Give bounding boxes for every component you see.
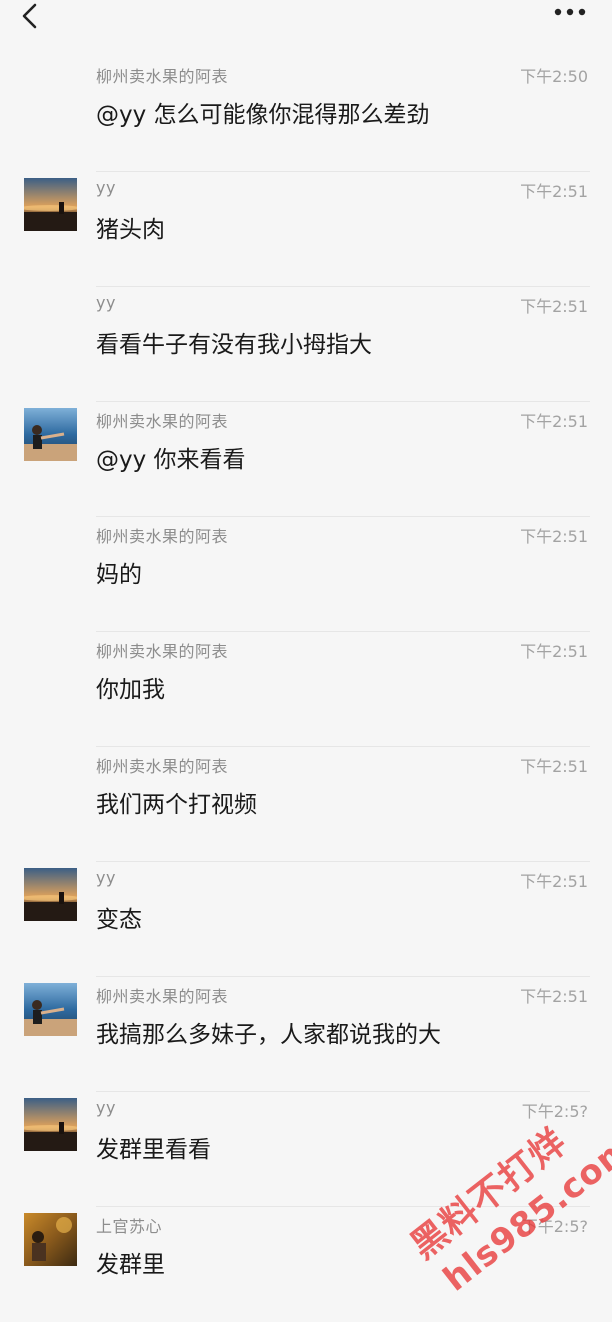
message-item[interactable]: 柳州卖水果的阿表 下午2:51 我搞那么多妹子，人家都说我的大 — [0, 977, 612, 1092]
message-time: 下午2:51 — [520, 642, 588, 661]
message-list: 柳州卖水果的阿表 下午2:50 @yy 怎么可能像你混得那么差劲 yy 下午2:51 猪头… — [0, 57, 612, 1322]
sender-name: yy — [96, 868, 116, 887]
message-text: 妈的 — [96, 562, 142, 588]
message-item[interactable]: yy 下午2:51 猪头肉 — [0, 172, 612, 287]
message-text: 看看牛子有没有我小拇指大 — [96, 332, 372, 358]
message-item[interactable]: 柳州卖水果的阿表 下午2:51 @yy 你来看看 — [0, 402, 612, 517]
avatar[interactable] — [24, 178, 77, 231]
avatar[interactable] — [24, 408, 77, 461]
message-item[interactable]: yy 下午2:5? 发群里看看 — [0, 1092, 612, 1207]
message-text: 我搞那么多妹子，人家都说我的大 — [96, 1022, 441, 1048]
message-text: @yy 你来看看 — [96, 447, 246, 473]
message-item[interactable]: yy 下午2:51 看看牛子有没有我小拇指大 — [0, 287, 612, 402]
avatar[interactable] — [24, 868, 77, 921]
sender-name: yy — [96, 178, 116, 197]
message-item[interactable]: yy 下午2:51 变态 — [0, 862, 612, 977]
message-text: 发群里看看 — [96, 1137, 211, 1163]
chevron-left-icon — [22, 3, 37, 29]
message-time: 下午2:50 — [520, 67, 588, 86]
message-time: 下午2:51 — [520, 872, 588, 891]
sender-name: 柳州卖水果的阿表 — [96, 527, 229, 546]
message-text: 我们两个打视频 — [96, 792, 257, 818]
message-item[interactable]: 柳州卖水果的阿表 下午2:51 你加我 — [0, 632, 612, 747]
message-time: 下午2:51 — [520, 297, 588, 316]
message-time: 下午2:5? — [521, 1102, 588, 1121]
sender-name: 柳州卖水果的阿表 — [96, 987, 229, 1006]
message-time: 下午2:51 — [520, 527, 588, 546]
sender-name: yy — [96, 293, 116, 312]
sender-name: 柳州卖水果的阿表 — [96, 412, 229, 431]
message-text: @yy 怎么可能像你混得那么差劲 — [96, 102, 430, 128]
sender-name: 上官苏心 — [96, 1217, 163, 1236]
more-button[interactable] — [550, 2, 590, 26]
avatar[interactable] — [24, 1213, 77, 1266]
message-text: 变态 — [96, 907, 142, 933]
sender-name: yy — [96, 1098, 116, 1117]
message-time: 下午2:51 — [520, 412, 588, 431]
message-item[interactable]: 上官苏心 下午2:5? 发群里 — [0, 1207, 612, 1322]
sender-name: 柳州卖水果的阿表 — [96, 642, 229, 661]
top-bar — [0, 0, 612, 46]
back-button[interactable] — [16, 2, 46, 32]
message-time: 下午2:51 — [520, 757, 588, 776]
message-item[interactable]: 柳州卖水果的阿表 下午2:51 我们两个打视频 — [0, 747, 612, 862]
avatar[interactable] — [24, 1098, 77, 1151]
message-item[interactable]: 柳州卖水果的阿表 下午2:51 妈的 — [0, 517, 612, 632]
message-time: 下午2:51 — [520, 987, 588, 1006]
message-item[interactable]: 柳州卖水果的阿表 下午2:50 @yy 怎么可能像你混得那么差劲 — [0, 57, 612, 172]
sender-name: 柳州卖水果的阿表 — [96, 757, 229, 776]
message-text: 发群里 — [96, 1252, 165, 1278]
message-time: 下午2:51 — [520, 182, 588, 201]
avatar[interactable] — [24, 983, 77, 1036]
message-time: 下午2:5? — [521, 1217, 588, 1236]
message-text: 猪头肉 — [96, 217, 165, 243]
message-text: 你加我 — [96, 677, 165, 703]
sender-name: 柳州卖水果的阿表 — [96, 67, 229, 86]
more-horizontal-icon — [554, 8, 586, 16]
